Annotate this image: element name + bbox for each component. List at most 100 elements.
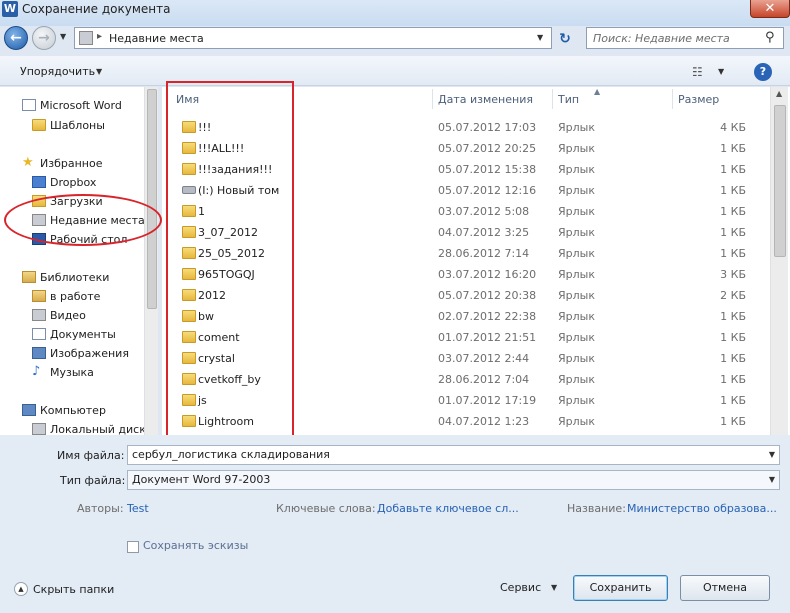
sidebar-item-label: Документы	[50, 328, 116, 341]
sidebar-item-label: Microsoft Word	[40, 99, 122, 112]
close-button[interactable]: ✕	[750, 0, 790, 18]
breadcrumb-separator[interactable]: ▸	[97, 31, 102, 42]
chevron-down-icon[interactable]: ▼	[96, 67, 102, 76]
sidebar-scrollbar[interactable]	[144, 87, 158, 435]
file-type: Ярлык	[558, 121, 595, 134]
views-icon[interactable]: ☷	[692, 65, 703, 79]
file-size: 3 КБ	[720, 268, 746, 281]
help-icon[interactable]: ?	[754, 63, 772, 81]
file-size: 1 КБ	[720, 373, 746, 386]
search-icon[interactable]: ⚲	[765, 30, 775, 45]
file-date: 05.07.2012 12:16	[438, 184, 537, 197]
file-size: 1 КБ	[720, 247, 746, 260]
file-list-scroll-thumb[interactable]	[774, 105, 786, 257]
address-bar[interactable]: ▸ Недавние места ▼	[74, 27, 552, 49]
file-date: 05.07.2012 20:25	[438, 142, 537, 155]
file-date: 04.07.2012 1:23	[438, 415, 530, 428]
filetype-value: Документ Word 97-2003	[132, 473, 271, 486]
hide-folders-button[interactable]: Скрыть папки	[33, 583, 114, 596]
sidebar-item-label: в работе	[50, 290, 101, 303]
file-date: 01.07.2012 21:51	[438, 331, 537, 344]
chevron-down-icon[interactable]: ▼	[769, 475, 775, 484]
back-button[interactable]: ←	[4, 26, 28, 50]
address-dropdown[interactable]: ▼	[537, 33, 543, 42]
file-type: Ярлык	[558, 247, 595, 260]
computer-icon	[22, 404, 36, 416]
chevron-down-icon[interactable]: ▼	[769, 450, 775, 459]
column-header-size[interactable]: Размер	[678, 93, 719, 106]
column-divider[interactable]	[672, 89, 673, 109]
highlight-rectangle	[166, 81, 294, 445]
word-app-icon: W	[2, 1, 18, 17]
column-divider[interactable]	[432, 89, 433, 109]
file-size: 1 КБ	[720, 226, 746, 239]
file-list-scrollbar[interactable]: ▲	[770, 87, 788, 435]
file-size: 1 КБ	[720, 394, 746, 407]
file-size: 1 КБ	[720, 184, 746, 197]
sidebar-item-label: Шаблоны	[50, 119, 105, 132]
recent-pages-dropdown[interactable]: ▼	[60, 32, 66, 41]
column-header-type[interactable]: Тип	[558, 93, 579, 106]
sidebar-scroll-thumb[interactable]	[147, 89, 157, 309]
file-size: 2 КБ	[720, 289, 746, 302]
file-type: Ярлык	[558, 205, 595, 218]
file-type: Ярлык	[558, 352, 595, 365]
forward-button[interactable]: →	[32, 26, 56, 50]
chevron-down-icon[interactable]: ▼	[551, 583, 557, 592]
save-thumbnails-checkbox[interactable]	[127, 541, 139, 553]
folder-icon	[32, 119, 46, 131]
file-date: 28.06.2012 7:04	[438, 373, 530, 386]
file-type: Ярлык	[558, 289, 595, 302]
file-date: 03.07.2012 2:44	[438, 352, 530, 365]
organize-button[interactable]: Упорядочить	[20, 65, 95, 78]
file-type: Ярлык	[558, 373, 595, 386]
sort-indicator-icon: ▲	[594, 87, 601, 96]
file-type: Ярлык	[558, 226, 595, 239]
file-type: Ярлык	[558, 142, 595, 155]
file-size: 1 КБ	[720, 352, 746, 365]
sidebar-item-label: Библиотеки	[40, 271, 110, 284]
column-divider[interactable]	[552, 89, 553, 109]
window-title: Сохранение документа	[22, 2, 171, 16]
filename-label: Имя файла:	[57, 449, 125, 462]
keywords-field[interactable]: Добавьте ключевое сл...	[377, 502, 519, 515]
cancel-button[interactable]: Отмена	[680, 575, 770, 601]
sidebar-item-label: Избранное	[40, 157, 103, 170]
search-input[interactable]: Поиск: Недавние места ⚲	[586, 27, 784, 49]
file-type: Ярлык	[558, 268, 595, 281]
address-row: ← → ▼ ▸ Недавние места ▼ ↻ Поиск: Недавн…	[0, 22, 790, 52]
authors-label: Авторы:	[77, 502, 124, 515]
file-type: Ярлык	[558, 415, 595, 428]
file-date: 05.07.2012 17:03	[438, 121, 537, 134]
breadcrumb-current[interactable]: Недавние места	[109, 32, 204, 45]
star-icon: ★	[22, 155, 34, 170]
file-size: 1 КБ	[720, 310, 746, 323]
filetype-select[interactable]: Документ Word 97-2003 ▼	[127, 470, 780, 490]
file-date: 05.07.2012 20:38	[438, 289, 537, 302]
chevron-down-icon[interactable]: ▼	[718, 67, 724, 76]
column-header-date[interactable]: Дата изменения	[438, 93, 533, 106]
sidebar-item-label: Компьютер	[40, 404, 106, 417]
highlight-ellipse	[4, 194, 162, 246]
file-size: 1 КБ	[720, 163, 746, 176]
file-size: 1 КБ	[720, 205, 746, 218]
images-icon	[32, 347, 46, 359]
filename-field[interactable]: сербул_логистика складирования ▼	[127, 445, 780, 465]
authors-field[interactable]: Test	[127, 502, 149, 515]
refresh-icon[interactable]: ↻	[556, 31, 574, 49]
save-button[interactable]: Сохранить	[573, 575, 668, 601]
filename-value: сербул_логистика складирования	[132, 448, 330, 461]
documents-icon	[32, 328, 46, 340]
title-meta-field[interactable]: Министерство образова...	[627, 502, 777, 515]
file-date: 02.07.2012 22:38	[438, 310, 537, 323]
sidebar-item-label: Музыка	[50, 366, 94, 379]
keywords-label: Ключевые слова:	[276, 502, 376, 515]
file-date: 03.07.2012 16:20	[438, 268, 537, 281]
tools-menu-button[interactable]: Сервис	[500, 581, 541, 594]
save-form: Имя файла: сербул_логистика складировани…	[0, 435, 790, 613]
save-thumbnails-label[interactable]: Сохранять эскизы	[143, 539, 248, 552]
chevron-up-icon[interactable]: ▲	[14, 582, 28, 596]
toolbar: Упорядочить ▼ ☷ ▼ ?	[0, 56, 790, 86]
file-date: 04.07.2012 3:25	[438, 226, 530, 239]
scroll-up-icon[interactable]: ▲	[776, 89, 782, 98]
